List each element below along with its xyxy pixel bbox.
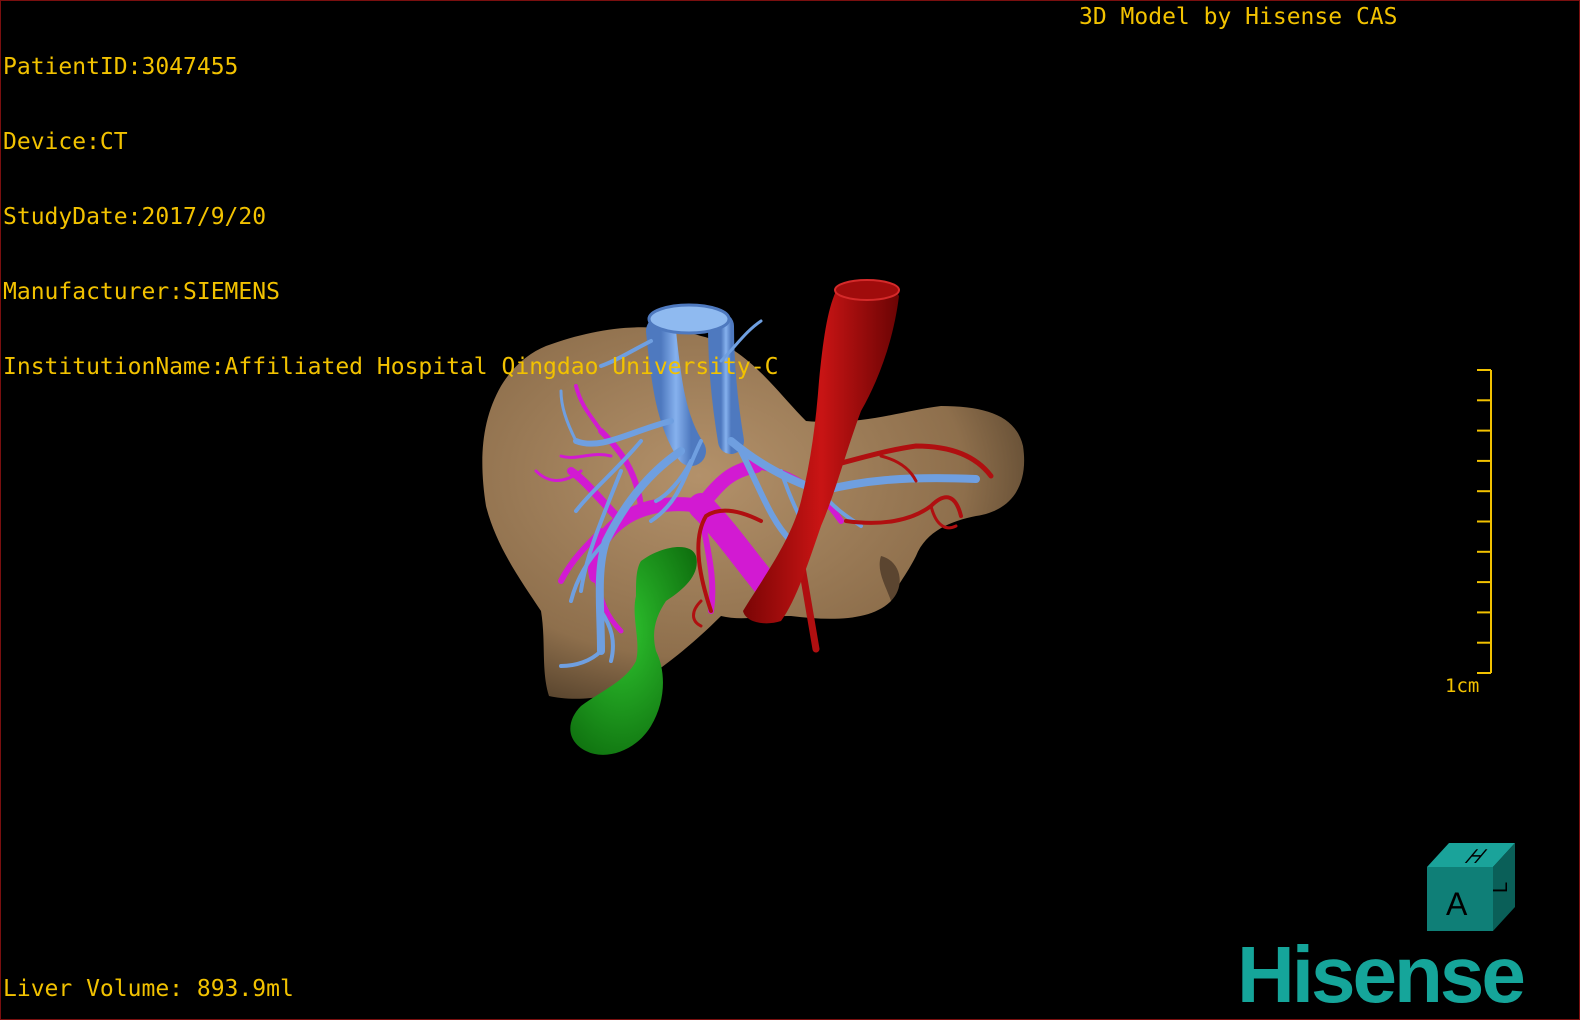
3d-viewport[interactable]: PatientID:3047455 Device:CT StudyDate:20… — [0, 0, 1580, 1020]
aorta-opening — [834, 279, 900, 301]
patient-id: PatientID:3047455 — [3, 54, 239, 80]
study-info: PatientID:3047455 Device:CT StudyDate:20… — [3, 5, 778, 430]
manufacturer: Manufacturer:SIEMENS — [3, 279, 280, 305]
cube-face-side: L — [1490, 882, 1512, 893]
device: Device:CT — [3, 129, 128, 155]
institution-name: InstitutionName:Affiliated Hospital Qing… — [3, 354, 779, 380]
hisense-logo: Hisense — [1237, 930, 1526, 1019]
orientation-cube-icon[interactable]: A H L — [1421, 837, 1521, 937]
model-credit: 3D Model by Hisense CAS — [1079, 4, 1398, 30]
cube-face-front: A — [1446, 886, 1468, 922]
study-date: StudyDate:2017/9/20 — [3, 204, 267, 230]
scale-ticks — [1477, 369, 1491, 674]
liver-volume: Liver Volume: 893.9ml — [3, 976, 294, 1002]
scale-label: 1cm — [1445, 675, 1480, 697]
